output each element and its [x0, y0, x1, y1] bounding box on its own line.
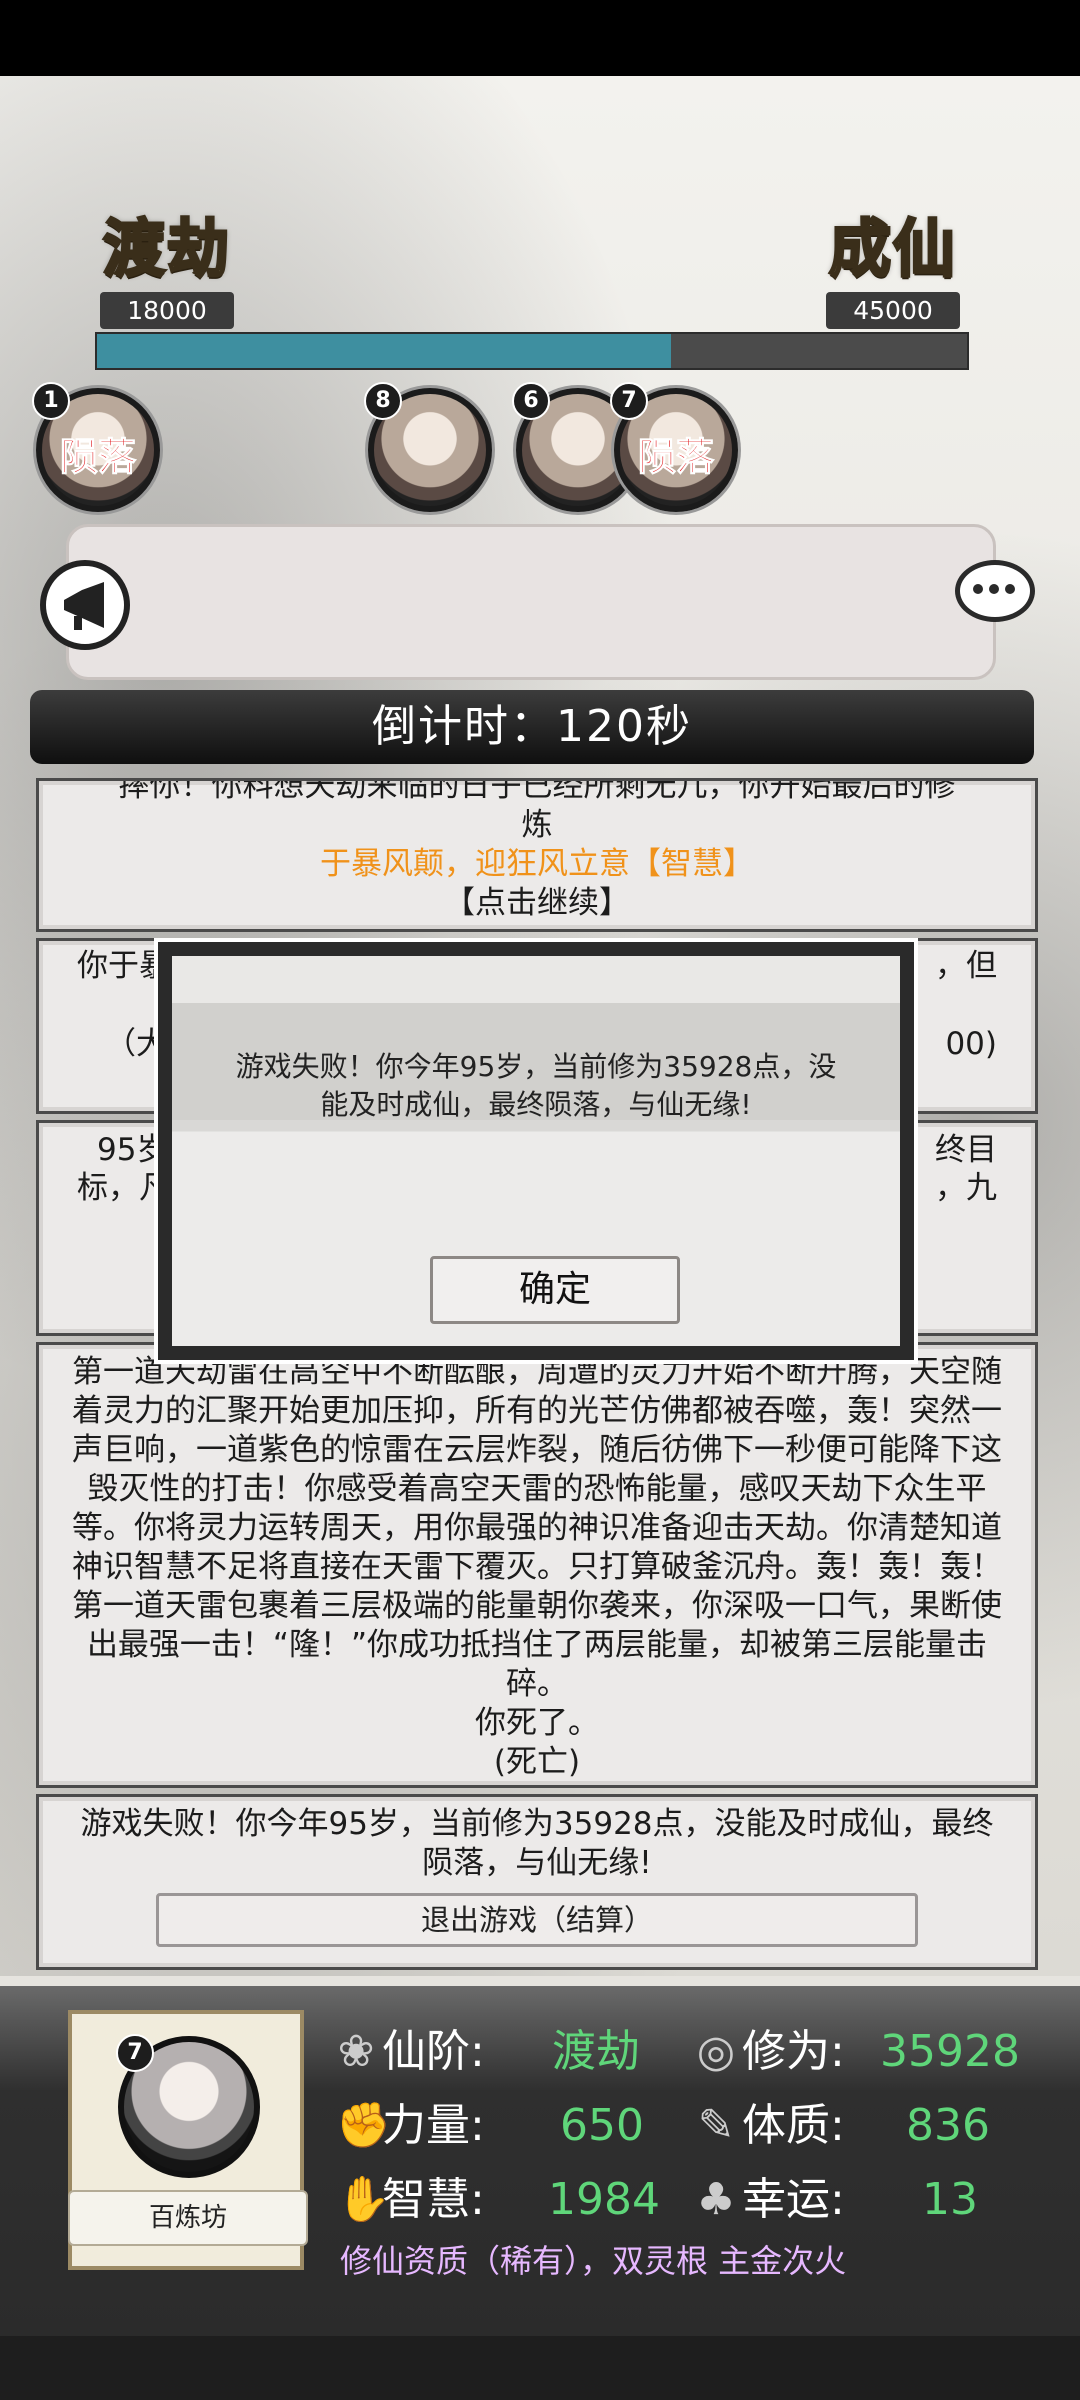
stage-end-value: 45000 [826, 292, 960, 329]
stat-luck-value: 13 [922, 2174, 978, 2225]
aptitude-text: 修仙资质（稀有），双灵根 主金次火 [340, 2242, 847, 2280]
story-text-fragment: 你于暴 [77, 948, 170, 984]
stat-rank-value: 渡劫 [552, 2026, 640, 2077]
player-avatar-1[interactable]: 1 陨落 [32, 382, 160, 512]
stat-physique-value: 836 [906, 2100, 990, 2151]
story-text-line: 摔你！你料想天劫来临的日子已经所剩无几，你开始最后的修 [118, 778, 956, 804]
story-text-body: 第一道天劫雷在高空中不断酝酿，周遭的灵力开始不断升腾，天空随着灵力的汇聚开始更加… [72, 1354, 1002, 1702]
fallen-status: 陨落 [59, 435, 136, 480]
stage-start: 渡劫 18000 [92, 198, 242, 329]
continue-prompt[interactable]: 【点击继续】 [67, 884, 1007, 923]
stage-start-value: 18000 [100, 292, 234, 329]
chat-bubble-icon[interactable] [955, 560, 1035, 622]
fallen-status: 陨落 [637, 435, 714, 480]
death-text: 你死了。 [475, 1705, 599, 1741]
stat-strength: ✊力量: [336, 2096, 485, 2156]
lotus-icon: ❀ [337, 2026, 375, 2077]
exit-game-button[interactable]: 退出游戏（结算） [156, 1893, 918, 1947]
stat-cultivation: ◎ 修为: [696, 2022, 845, 2082]
swirl-icon: ◎ [696, 2026, 736, 2077]
story-text-fragment: 标，凡 [77, 1170, 170, 1206]
cultivation-progress-bar [95, 332, 969, 370]
character-portrait[interactable]: 7 [116, 2034, 260, 2178]
stat-cultivation-value: 35928 [880, 2026, 1020, 2077]
story-text-line: 炼 [521, 807, 553, 843]
character-rank-badge: 7 [116, 2034, 154, 2072]
player-rank-badge: 8 [364, 382, 402, 420]
hand-icon: ✋ [336, 2174, 391, 2225]
player-avatar-8[interactable]: 8 [364, 382, 492, 512]
stage-end: 成仙 45000 [818, 198, 968, 329]
stat-wisdom: ✋智慧: [336, 2170, 485, 2230]
stat-label: 体质: [742, 2100, 845, 2151]
story-card-4: 第一道天劫雷在高空中不断酝酿，周遭的灵力开始不断升腾，天空随着灵力的汇聚开始更加… [36, 1342, 1038, 1788]
story-text-fragment: 00) [945, 1026, 997, 1062]
player-rank-badge: 6 [512, 382, 550, 420]
choice-text[interactable]: 于暴风颠，迎狂风立意【智慧】 [67, 845, 1007, 884]
stat-label: 力量: [382, 2100, 485, 2151]
stat-rank: ❀ 仙阶: [336, 2022, 485, 2082]
story-text-fragment: ，但 [935, 948, 997, 984]
dialog-message: 游戏失败！你今年95岁，当前修为35928点，没能及时成仙，最终陨落，与仙无缘! [235, 1050, 837, 1121]
stage-end-label: 成仙 [827, 211, 957, 287]
message-bar[interactable] [66, 524, 996, 680]
stage-start-label: 渡劫 [101, 211, 231, 287]
stat-physique: ✎ 体质: [696, 2096, 845, 2156]
horn-icon[interactable] [40, 560, 130, 650]
stat-strength-value: 650 [560, 2100, 644, 2151]
fist-icon: ✊ [336, 2100, 391, 2151]
player-rank-badge: 1 [32, 382, 70, 420]
countdown-banner: 倒计时：120秒 [30, 690, 1034, 764]
stat-label: 幸运: [742, 2174, 845, 2225]
stat-luck: ♣ 幸运: [696, 2170, 845, 2230]
stat-wisdom-value: 1984 [548, 2174, 660, 2225]
clover-icon: ♣ [696, 2174, 736, 2225]
confirm-button[interactable]: 确定 [430, 1256, 680, 1324]
story-text-fragment: 95岁 [97, 1132, 168, 1168]
status-bar [0, 0, 1080, 76]
game-over-dialog: 游戏失败！你今年95岁，当前修为35928点，没能及时成仙，最终陨落，与仙无缘!… [158, 942, 914, 1360]
stat-label: 智慧: [382, 2174, 485, 2225]
player-avatar-7[interactable]: 7 陨落 [610, 382, 738, 512]
story-card-1[interactable]: 摔你！你料想天劫来临的日子已经所剩无几，你开始最后的修 炼 于暴风颠，迎狂风立意… [36, 778, 1038, 932]
stat-label: 仙阶: [382, 2026, 485, 2077]
stat-label: 修为: [742, 2026, 845, 2077]
story-card-5: 游戏失败！你今年95岁，当前修为35928点，没能及时成仙，最终陨落，与仙无缘!… [36, 1794, 1038, 1970]
player-rank-badge: 7 [610, 382, 648, 420]
shop-button[interactable]: 百炼坊 [68, 2190, 308, 2246]
death-tag: (死亡) [493, 1744, 581, 1780]
story-text-fragment: 终目 [935, 1132, 997, 1168]
story-text-fragment: ，九 [935, 1170, 997, 1206]
result-text: 游戏失败！你今年95岁，当前修为35928点，没能及时成仙，最终陨落，与仙无缘! [80, 1806, 994, 1881]
system-nav-bar [0, 2336, 1080, 2400]
progress-fill [97, 334, 672, 368]
leg-icon: ✎ [697, 2100, 735, 2151]
